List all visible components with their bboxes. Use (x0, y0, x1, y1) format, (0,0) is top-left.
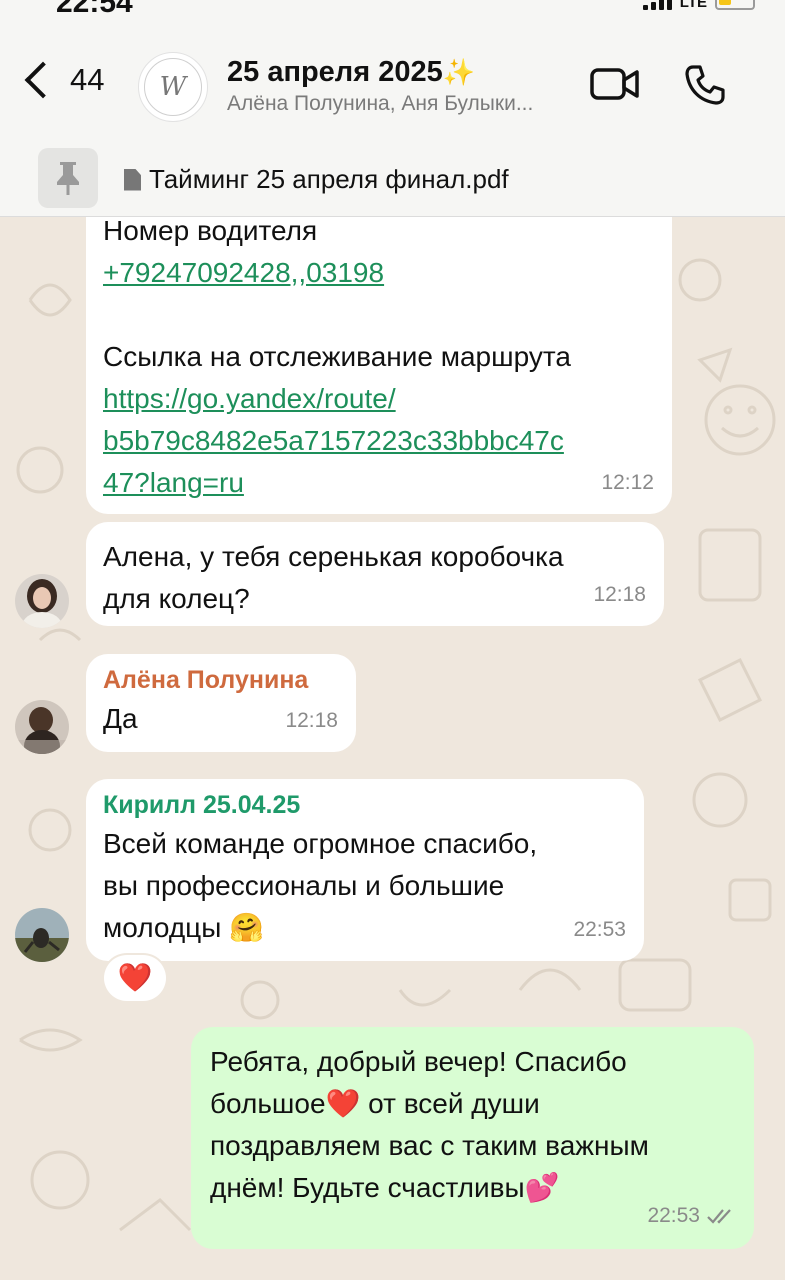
pinned-message-bar[interactable]: Тайминг 25 апреля финал.pdf (0, 146, 785, 217)
chat-header: 44 W 25 апреля 2025✨ Алёна Полунина, Аня… (0, 28, 785, 146)
route-link[interactable]: https://go.yandex/route/ b5b79c8482e5a71… (103, 378, 654, 504)
heart-reaction-emoji: ❤️ (117, 962, 153, 993)
signal-strength-icon (642, 0, 672, 10)
document-icon (124, 168, 141, 191)
avatar[interactable] (15, 574, 69, 628)
chat-title-row[interactable]: 25 апреля 2025✨ (227, 56, 475, 89)
message-text: большое (210, 1088, 326, 1119)
voice-call-button[interactable] (684, 64, 726, 111)
pin-button[interactable] (38, 148, 98, 208)
network-type: LTE (679, 0, 707, 11)
back-button[interactable]: 44 (22, 61, 105, 99)
route-link-line: https://go.yandex/route/ (103, 383, 396, 414)
route-link-line: 47?lang=ru (103, 467, 244, 498)
unread-count: 44 (70, 62, 105, 97)
avatar[interactable] (15, 700, 69, 754)
status-indicators: LTE (642, 0, 755, 11)
message-text: Ссылка на отслеживание маршрута (103, 341, 571, 372)
message-text: Всей команде огромное спасибо, (103, 828, 538, 859)
read-receipt-icon (707, 1209, 731, 1224)
message-bubble-incoming[interactable]: Алёна Полунина Да 12:18 (86, 654, 356, 752)
avatar[interactable] (15, 908, 69, 962)
message-text: поздравляем вас с таким важным (210, 1130, 649, 1161)
message-time: 22:53 (647, 1204, 700, 1227)
sparkles-icon: ✨ (442, 57, 476, 87)
message-time: 12:18 (593, 583, 646, 606)
route-link-line: b5b79c8482e5a7157223c33bbbc47c (103, 425, 564, 456)
message-time: 12:12 (601, 471, 654, 494)
message-text: молодцы (103, 912, 222, 943)
message-text: вы профессионалы и большие (103, 870, 505, 901)
status-time: 22:54 (56, 0, 133, 19)
message-time: 22:53 (573, 918, 626, 941)
heart-emoji: ❤️ (325, 1088, 361, 1119)
message-meta: 22:53 (647, 1195, 736, 1237)
video-call-button[interactable] (590, 66, 640, 107)
hugging-face-emoji: 🤗 (229, 912, 264, 943)
message-time: 12:18 (285, 709, 338, 732)
status-bar: 22:54 LTE (0, 0, 785, 28)
pin-icon (57, 162, 79, 195)
chat-participants[interactable]: Алёна Полунина, Аня Булыки... (227, 92, 533, 116)
message-reaction[interactable]: ❤️ (104, 955, 166, 1001)
phone-icon (685, 65, 725, 105)
message-bubble-outgoing[interactable]: Ребята, добрый вечер! Спасибо большое❤️ … (191, 1027, 754, 1249)
chat-title: 25 апреля 2025 (227, 56, 443, 88)
message-text: для колец? (103, 583, 250, 614)
chevron-left-icon (24, 61, 62, 99)
two-hearts-emoji: 💕 (524, 1172, 560, 1203)
message-bubble-incoming[interactable]: Алена, у тебя серенькая коробочка для ко… (86, 522, 664, 626)
message-text: от всей души (360, 1088, 540, 1119)
phone-link[interactable]: +79247092428,,03198 (103, 252, 654, 294)
message-bubble-incoming[interactable]: Номер водителя +79247092428,,03198 Ссылк… (86, 180, 672, 514)
message-text-row: молодцы 🤗 (103, 907, 626, 949)
message-bubble-incoming[interactable]: Кирилл 25.04.25 Всей команде огромное сп… (86, 779, 644, 961)
message-text: днём! Будьте счастливы (210, 1172, 525, 1203)
video-camera-icon (590, 68, 639, 100)
message-text: Ребята, добрый вечер! Спасибо (210, 1046, 627, 1077)
group-avatar[interactable]: W (138, 52, 208, 122)
message-text-row: большое❤️ от всей души (210, 1083, 736, 1125)
wedding-logo-icon: W (144, 58, 202, 116)
battery-icon (715, 0, 755, 10)
sender-name[interactable]: Алёна Полунина (103, 662, 338, 698)
pinned-file-link[interactable]: Тайминг 25 апреля финал.pdf (124, 164, 509, 195)
sender-name[interactable]: Кирилл 25.04.25 (103, 787, 626, 823)
pinned-file-name: Тайминг 25 апреля финал.pdf (149, 164, 509, 194)
message-text: Алена, у тебя серенькая коробочка (103, 541, 564, 572)
